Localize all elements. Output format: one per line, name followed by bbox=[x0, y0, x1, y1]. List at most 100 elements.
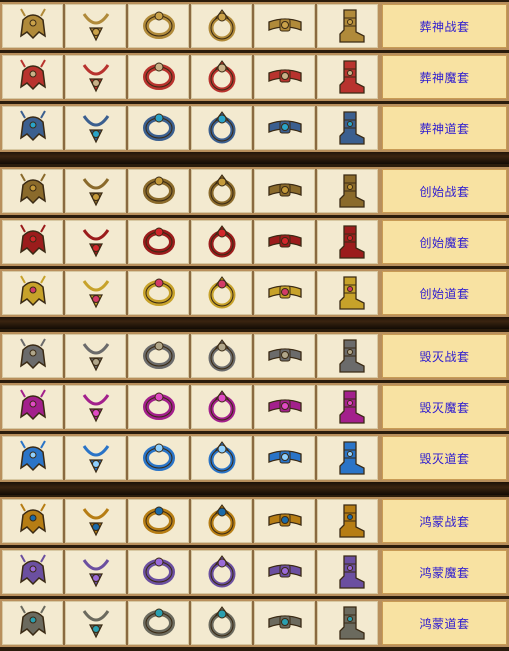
item-slot[interactable] bbox=[317, 220, 378, 264]
set-name-label[interactable]: 鸿蒙战套 bbox=[382, 499, 507, 543]
item-slot[interactable] bbox=[128, 106, 189, 150]
item-slot[interactable] bbox=[128, 385, 189, 429]
item-slot[interactable] bbox=[317, 334, 378, 378]
item-slot[interactable] bbox=[65, 601, 126, 645]
helmet-icon bbox=[13, 6, 53, 46]
set-name-label[interactable]: 创始魔套 bbox=[382, 220, 507, 264]
item-slot[interactable] bbox=[191, 4, 252, 48]
item-slot[interactable] bbox=[317, 385, 378, 429]
item-slot[interactable] bbox=[128, 334, 189, 378]
bracelet-icon bbox=[139, 552, 179, 592]
item-slot[interactable] bbox=[191, 334, 252, 378]
item-slot[interactable] bbox=[128, 169, 189, 213]
item-slot[interactable] bbox=[191, 385, 252, 429]
equipment-set-row: 毁灭战套 bbox=[0, 332, 509, 380]
boots-icon bbox=[328, 108, 368, 148]
boots-icon bbox=[328, 57, 368, 97]
item-slot[interactable] bbox=[2, 436, 63, 480]
item-slot[interactable] bbox=[2, 220, 63, 264]
item-slot[interactable] bbox=[191, 601, 252, 645]
item-slot[interactable] bbox=[317, 271, 378, 315]
item-slot[interactable] bbox=[2, 550, 63, 594]
item-slot[interactable] bbox=[317, 4, 378, 48]
boots-icon bbox=[328, 273, 368, 313]
item-slot[interactable] bbox=[128, 436, 189, 480]
item-slot[interactable] bbox=[254, 106, 315, 150]
set-name-label[interactable]: 创始道套 bbox=[382, 271, 507, 315]
item-slot[interactable] bbox=[65, 550, 126, 594]
item-slot[interactable] bbox=[65, 55, 126, 99]
item-slot[interactable] bbox=[65, 271, 126, 315]
item-slot[interactable] bbox=[128, 499, 189, 543]
item-slot[interactable] bbox=[128, 550, 189, 594]
item-slot[interactable] bbox=[254, 169, 315, 213]
item-slot[interactable] bbox=[2, 169, 63, 213]
helmet-icon bbox=[13, 57, 53, 97]
item-slot[interactable] bbox=[2, 499, 63, 543]
item-slot[interactable] bbox=[128, 271, 189, 315]
item-slot[interactable] bbox=[2, 55, 63, 99]
item-slot[interactable] bbox=[254, 436, 315, 480]
item-slot[interactable] bbox=[128, 4, 189, 48]
boots-icon bbox=[328, 552, 368, 592]
item-slot[interactable] bbox=[191, 550, 252, 594]
set-name-label[interactable]: 毁灭战套 bbox=[382, 334, 507, 378]
item-slot[interactable] bbox=[254, 550, 315, 594]
item-slot[interactable] bbox=[317, 499, 378, 543]
item-slot[interactable] bbox=[65, 106, 126, 150]
set-name-label[interactable]: 毁灭魔套 bbox=[382, 385, 507, 429]
item-slot[interactable] bbox=[191, 220, 252, 264]
bracelet-icon bbox=[139, 171, 179, 211]
item-slot[interactable] bbox=[191, 436, 252, 480]
item-slot[interactable] bbox=[65, 499, 126, 543]
item-slot[interactable] bbox=[65, 220, 126, 264]
item-slot[interactable] bbox=[317, 436, 378, 480]
item-slot[interactable] bbox=[191, 169, 252, 213]
item-slot[interactable] bbox=[254, 220, 315, 264]
set-name-label[interactable]: 毁灭道套 bbox=[382, 436, 507, 480]
item-slot[interactable] bbox=[191, 499, 252, 543]
item-slot[interactable] bbox=[128, 601, 189, 645]
item-slot[interactable] bbox=[317, 55, 378, 99]
item-slot[interactable] bbox=[2, 334, 63, 378]
item-slot[interactable] bbox=[254, 334, 315, 378]
set-name-label[interactable]: 葬神魔套 bbox=[382, 55, 507, 99]
item-slot[interactable] bbox=[254, 55, 315, 99]
item-slot[interactable] bbox=[317, 169, 378, 213]
item-slot[interactable] bbox=[254, 4, 315, 48]
item-slot[interactable] bbox=[191, 106, 252, 150]
item-slot[interactable] bbox=[2, 385, 63, 429]
item-slot[interactable] bbox=[65, 436, 126, 480]
item-slot[interactable] bbox=[254, 499, 315, 543]
item-slot[interactable] bbox=[2, 4, 63, 48]
boots-icon bbox=[328, 171, 368, 211]
set-name-label[interactable]: 葬神战套 bbox=[382, 4, 507, 48]
set-name-label[interactable]: 鸿蒙道套 bbox=[382, 601, 507, 645]
item-slot[interactable] bbox=[254, 271, 315, 315]
item-slot[interactable] bbox=[2, 106, 63, 150]
item-slot[interactable] bbox=[2, 601, 63, 645]
necklace-icon bbox=[76, 552, 116, 592]
bracelet-icon bbox=[139, 438, 179, 478]
item-slot[interactable] bbox=[317, 106, 378, 150]
item-slot[interactable] bbox=[254, 601, 315, 645]
boots-icon bbox=[328, 603, 368, 643]
item-slot[interactable] bbox=[128, 55, 189, 99]
item-slot[interactable] bbox=[2, 271, 63, 315]
set-name-label[interactable]: 葬神道套 bbox=[382, 106, 507, 150]
item-slot[interactable] bbox=[65, 385, 126, 429]
item-slot[interactable] bbox=[128, 220, 189, 264]
item-slot[interactable] bbox=[317, 601, 378, 645]
item-slot[interactable] bbox=[65, 169, 126, 213]
item-slot[interactable] bbox=[191, 271, 252, 315]
item-slot[interactable] bbox=[254, 385, 315, 429]
belt-icon bbox=[265, 171, 305, 211]
item-slot[interactable] bbox=[191, 55, 252, 99]
set-name-label[interactable]: 鸿蒙魔套 bbox=[382, 550, 507, 594]
item-slot[interactable] bbox=[65, 334, 126, 378]
item-icon-strip bbox=[2, 55, 378, 99]
item-slot[interactable] bbox=[65, 4, 126, 48]
set-name-label[interactable]: 创始战套 bbox=[382, 169, 507, 213]
item-icon-strip bbox=[2, 385, 378, 429]
item-slot[interactable] bbox=[317, 550, 378, 594]
